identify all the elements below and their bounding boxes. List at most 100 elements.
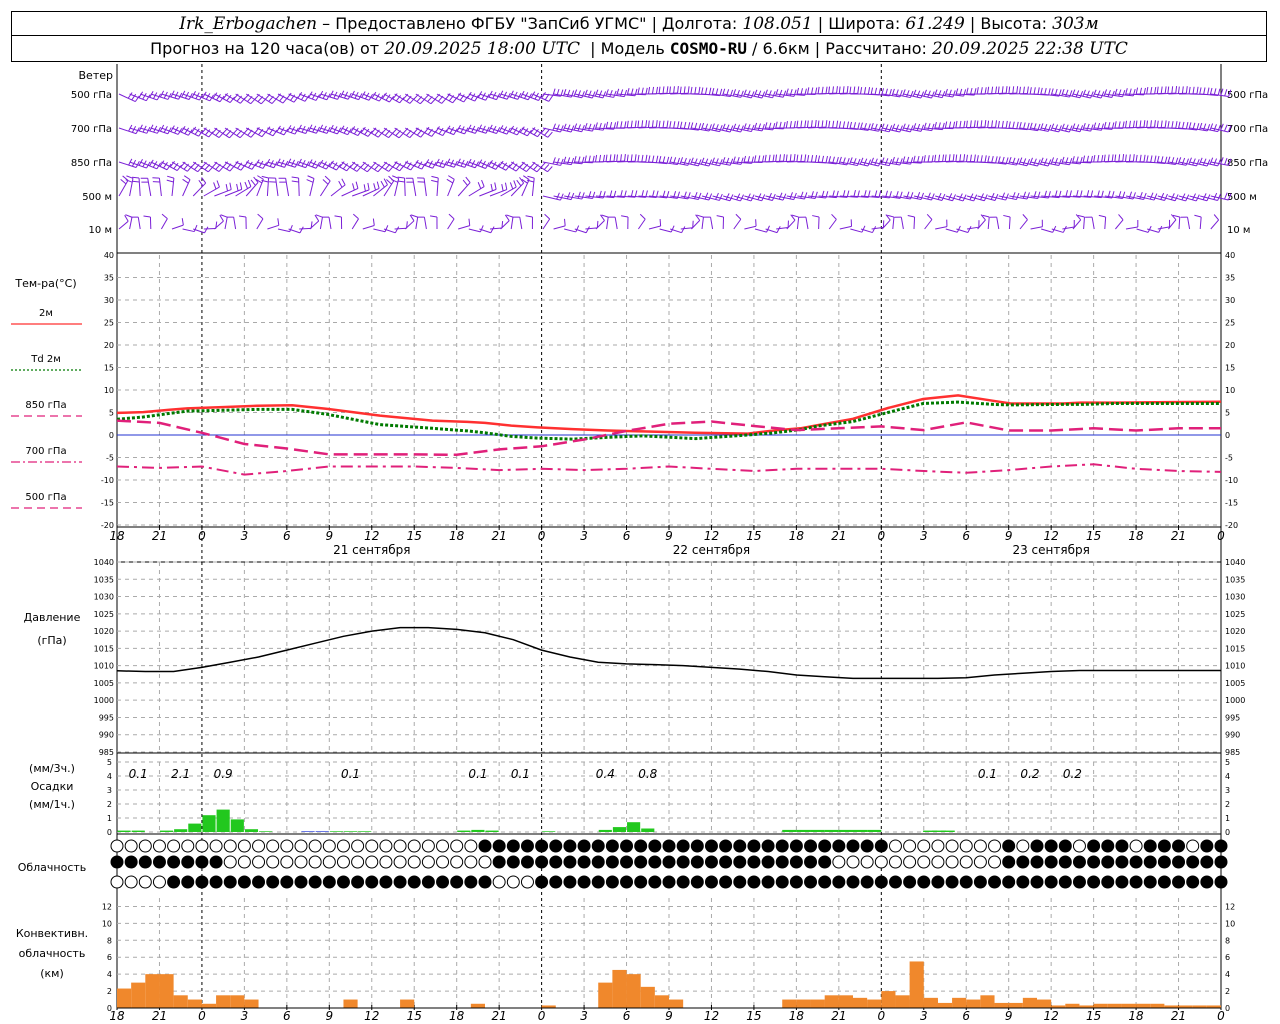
wind-barb bbox=[373, 228, 386, 233]
wind-barb-feather bbox=[806, 87, 810, 95]
cloud-symbol bbox=[945, 875, 959, 889]
wind-barb bbox=[118, 220, 129, 230]
cloud-symbol bbox=[959, 839, 973, 853]
wind-barb bbox=[1115, 219, 1124, 230]
wind-barb-feather bbox=[373, 183, 377, 191]
cloud-symbol bbox=[888, 875, 902, 889]
wind-barb bbox=[828, 219, 837, 230]
wind-barb-feather bbox=[544, 213, 551, 220]
wind-barb-feather bbox=[250, 179, 256, 186]
wind-barb-feather bbox=[831, 213, 837, 220]
cloud-symbol bbox=[1072, 839, 1086, 853]
cloud-symbol bbox=[379, 839, 393, 853]
wind-barb-feather bbox=[740, 157, 744, 165]
wind-barb-feather bbox=[849, 86, 852, 94]
wind-barb-feather bbox=[585, 226, 590, 233]
wind-barb-feather bbox=[927, 90, 931, 98]
cloud-symbol bbox=[874, 875, 888, 889]
conv-bar bbox=[1022, 997, 1037, 1008]
cloud-symbol bbox=[563, 855, 577, 869]
wind-barb-feather bbox=[630, 154, 633, 162]
wind-barb-feather bbox=[806, 155, 810, 163]
wind-barb-feather bbox=[1050, 157, 1055, 165]
wind-barb-feather bbox=[910, 157, 914, 165]
wind-barb-feather bbox=[1018, 157, 1023, 165]
wind-barb-feather bbox=[598, 154, 602, 162]
hour-label-bottom: 15 bbox=[407, 1009, 422, 1023]
wind-barb-feather bbox=[623, 89, 628, 97]
cloud-symbol bbox=[1172, 839, 1186, 853]
wind-barb-feather bbox=[1177, 157, 1182, 165]
wind-barb-feather bbox=[651, 86, 655, 94]
cloud-symbol bbox=[1087, 875, 1101, 889]
wind-barb-feather bbox=[716, 215, 724, 218]
cloud-symbol bbox=[1058, 875, 1072, 889]
temp-tick-right: -5 bbox=[1225, 454, 1233, 463]
cloud-symbol bbox=[1002, 855, 1016, 869]
conv-bar bbox=[937, 1002, 953, 1008]
wind-barb-feather bbox=[181, 218, 184, 226]
wind-barb-feather bbox=[984, 120, 987, 128]
wind-barb-feather bbox=[560, 125, 564, 133]
cloud-symbol bbox=[789, 839, 803, 853]
cloud-symbol bbox=[620, 875, 634, 889]
wind-barb-feather bbox=[916, 192, 921, 199]
wind-barb-feather bbox=[1026, 86, 1029, 94]
wind-barb-feather bbox=[605, 154, 608, 162]
wind-barb-feather bbox=[566, 124, 571, 132]
cloud-symbol bbox=[874, 855, 888, 869]
wind-barb-feather bbox=[132, 176, 140, 179]
precip-bar bbox=[641, 828, 655, 832]
conv-bar bbox=[952, 997, 967, 1008]
wind-barb-feather bbox=[435, 126, 440, 133]
pressure-tick-left: 1000 bbox=[94, 696, 114, 705]
cloud-symbol bbox=[478, 855, 492, 869]
cloud-symbol bbox=[818, 839, 832, 853]
wind-barb bbox=[987, 217, 990, 230]
cloud-symbol bbox=[973, 875, 987, 889]
cloud-symbol bbox=[1214, 839, 1228, 853]
wind-barb-feather bbox=[1213, 214, 1220, 221]
cloud-symbol bbox=[634, 839, 648, 853]
wind-barb-feather bbox=[697, 159, 702, 167]
wind-barb-feather bbox=[1118, 89, 1122, 97]
wind-barb bbox=[423, 217, 427, 230]
cloud-symbol bbox=[110, 855, 124, 869]
wind-barb bbox=[277, 228, 290, 233]
wind-barb-feather bbox=[783, 154, 785, 162]
wind-barb bbox=[839, 225, 852, 230]
conv-bar bbox=[1136, 1003, 1151, 1008]
cloud-symbol bbox=[676, 875, 690, 889]
wind-barb bbox=[606, 217, 609, 230]
hour-label: 15 bbox=[746, 529, 761, 543]
wind-barb-feather bbox=[1022, 214, 1028, 220]
hour-label: 0 bbox=[198, 529, 206, 543]
wind-barb-feather bbox=[881, 157, 885, 165]
conv-bar bbox=[117, 988, 132, 1008]
wind-barb-feather bbox=[863, 87, 867, 95]
cloud-symbol bbox=[988, 875, 1002, 889]
cloud-symbol bbox=[1044, 839, 1058, 853]
cloud-symbol bbox=[535, 855, 549, 869]
date-label: 22 сентября bbox=[673, 543, 750, 557]
pressure-tick-left: 1040 bbox=[94, 558, 114, 567]
wind-barb-feather bbox=[1029, 87, 1032, 95]
wind-barb-feather bbox=[584, 122, 588, 130]
wind-barb-feather bbox=[662, 86, 665, 94]
precip-3h-total: 0.1 bbox=[468, 767, 487, 781]
cloud-symbol bbox=[973, 839, 987, 853]
wind-barb-feather bbox=[564, 218, 566, 226]
wind-level-right: 850 гПа bbox=[1227, 158, 1268, 169]
wind-barb-feather bbox=[991, 120, 994, 128]
wind-barb bbox=[275, 178, 279, 197]
hour-label: 18 bbox=[449, 529, 465, 543]
wind-barb-feather bbox=[967, 226, 972, 233]
wind-barb-feather bbox=[616, 154, 618, 162]
wind-barb-feather bbox=[132, 180, 140, 183]
wind-barb-feather bbox=[1156, 86, 1159, 94]
cloud-symbol bbox=[237, 875, 251, 889]
wind-barb-feather bbox=[853, 158, 857, 165]
wind-barb-feather bbox=[1177, 121, 1181, 129]
wind-barb-feather bbox=[338, 180, 343, 188]
wind-barb-feather bbox=[764, 154, 767, 162]
